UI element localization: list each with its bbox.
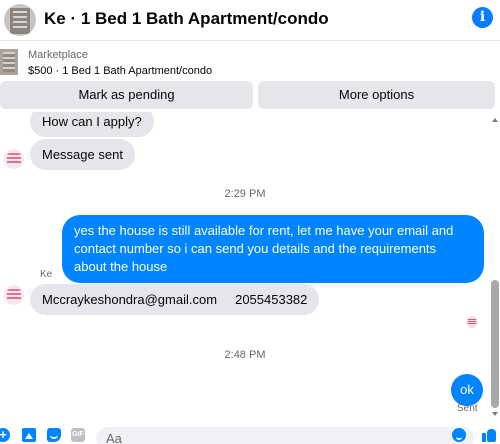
listing-thumbnail	[0, 49, 18, 75]
timestamp: 2:48 PM	[224, 349, 266, 361]
incoming-message: Mccraykeshondra@gmail.com 2055453382	[30, 284, 320, 315]
marketplace-label: Marketplace	[28, 49, 88, 61]
sender-name: Ke	[40, 269, 53, 280]
marketplace-banner[interactable]: Marketplace $500 · 1 Bed 1 Bath Apartmen…	[0, 40, 500, 80]
conversation-header: Ke · 1 Bed 1 Bath Apartment/condo i	[0, 0, 500, 40]
conversation-title[interactable]: Ke · 1 Bed 1 Bath Apartment/condo	[44, 9, 329, 29]
incoming-message: How can I apply?	[30, 112, 154, 137]
scrollbar[interactable]	[490, 112, 500, 422]
sender-avatar	[4, 149, 24, 169]
more-options-button[interactable]: More options	[258, 81, 495, 109]
emoji-icon[interactable]	[452, 428, 466, 442]
incoming-message: Message sent	[30, 139, 135, 170]
delivery-status: Sent	[457, 403, 478, 414]
listing-title: $500 · 1 Bed 1 Bath Apartment/condo	[28, 65, 213, 77]
scroll-down-icon[interactable]	[492, 412, 498, 416]
gif-icon[interactable]: GIF	[71, 428, 85, 442]
outgoing-message: yes the house is still available for ren…	[62, 215, 484, 283]
message-thread[interactable]: How can I apply? Message sent 2:29 PM ye…	[0, 112, 500, 422]
photo-icon[interactable]	[22, 428, 36, 442]
message-composer: + GIF Aa	[0, 424, 500, 444]
outgoing-message: ok	[451, 374, 483, 406]
scroll-up-icon[interactable]	[492, 118, 498, 122]
mark-as-pending-button[interactable]: Mark as pending	[0, 81, 253, 109]
timestamp: 2:29 PM	[224, 188, 266, 200]
sticker-icon[interactable]	[47, 428, 61, 442]
listing-avatar[interactable]	[4, 4, 36, 36]
message-input-placeholder: Aa	[106, 431, 122, 444]
info-icon[interactable]: i	[472, 7, 493, 28]
seen-indicator-avatar	[466, 316, 478, 328]
plus-icon[interactable]: +	[0, 428, 10, 442]
message-input[interactable]: Aa	[96, 427, 474, 444]
thumbs-up-icon[interactable]	[482, 428, 496, 442]
scrollbar-thumb[interactable]	[491, 280, 499, 408]
sender-avatar	[4, 285, 24, 305]
